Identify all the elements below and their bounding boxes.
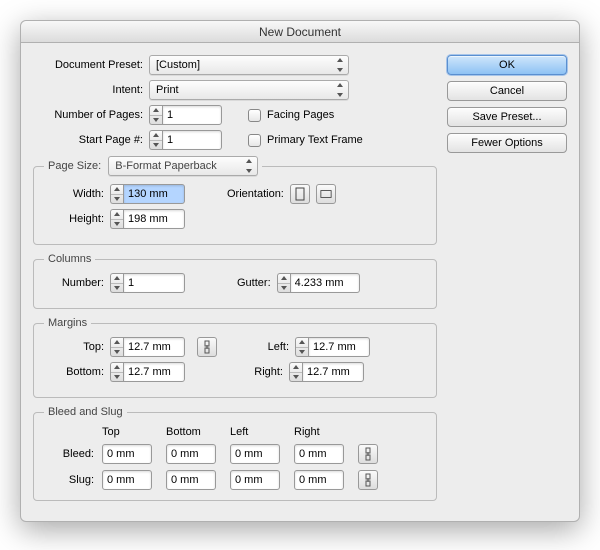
gutter-label: Gutter: <box>237 277 271 289</box>
col-bottom: Bottom <box>166 426 222 438</box>
columns-group: Columns Number: Gutter: <box>33 253 437 309</box>
start-page-label: Start Page #: <box>33 134 143 146</box>
slug-left-input[interactable] <box>230 470 280 490</box>
document-preset-dropdown[interactable]: [Custom] <box>149 55 349 75</box>
margins-group: Margins Top: Left: <box>33 317 437 398</box>
columns-number-input[interactable] <box>123 273 185 293</box>
margin-right-input[interactable] <box>302 362 364 382</box>
link-margins-icon[interactable] <box>197 337 217 357</box>
height-input[interactable] <box>123 209 185 229</box>
bleed-top-input[interactable] <box>102 444 152 464</box>
columns-legend: Columns <box>44 253 95 265</box>
gutter-stepper[interactable] <box>277 273 360 293</box>
number-of-pages-label: Number of Pages: <box>33 109 143 121</box>
margin-left-input[interactable] <box>308 337 370 357</box>
columns-number-stepper[interactable] <box>110 273 185 293</box>
columns-number-label: Number: <box>44 277 104 289</box>
margin-top-stepper[interactable] <box>110 337 185 357</box>
margin-right-label: Right: <box>247 366 283 378</box>
width-label: Width: <box>44 188 104 200</box>
margin-bottom-input[interactable] <box>123 362 185 382</box>
link-bleed-icon[interactable] <box>358 444 378 464</box>
new-document-dialog: New Document Document Preset: [Custom] I… <box>20 20 580 522</box>
page-size-dropdown[interactable]: B-Format Paperback <box>108 156 258 176</box>
orientation-label: Orientation: <box>227 188 284 200</box>
cancel-button[interactable]: Cancel <box>447 81 567 101</box>
margin-top-label: Top: <box>44 341 104 353</box>
page-size-group: Page Size: B-Format Paperback Width: Ori… <box>33 156 437 245</box>
window-title: New Document <box>21 21 579 43</box>
width-stepper[interactable] <box>110 184 185 204</box>
save-preset-button[interactable]: Save Preset... <box>447 107 567 127</box>
number-of-pages-stepper[interactable] <box>149 105 222 125</box>
gutter-input[interactable] <box>290 273 360 293</box>
col-right: Right <box>294 426 350 438</box>
height-label: Height: <box>44 213 104 225</box>
margin-bottom-stepper[interactable] <box>110 362 185 382</box>
width-input[interactable] <box>123 184 185 204</box>
bleed-bottom-input[interactable] <box>166 444 216 464</box>
height-stepper[interactable] <box>110 209 185 229</box>
primary-text-frame-label: Primary Text Frame <box>267 134 363 146</box>
slug-right-input[interactable] <box>294 470 344 490</box>
orientation-portrait-icon[interactable] <box>290 184 310 204</box>
document-preset-label: Document Preset: <box>33 59 143 71</box>
margin-left-stepper[interactable] <box>295 337 370 357</box>
link-slug-icon[interactable] <box>358 470 378 490</box>
intent-dropdown[interactable]: Print <box>149 80 349 100</box>
margin-top-input[interactable] <box>123 337 185 357</box>
facing-pages-checkbox[interactable] <box>248 109 261 122</box>
number-of-pages-input[interactable] <box>162 105 222 125</box>
fewer-options-button[interactable]: Fewer Options <box>447 133 567 153</box>
intent-label: Intent: <box>33 84 143 96</box>
primary-text-frame-checkbox[interactable] <box>248 134 261 147</box>
slug-label: Slug: <box>44 474 94 486</box>
facing-pages-label: Facing Pages <box>267 109 334 121</box>
margin-bottom-label: Bottom: <box>44 366 104 378</box>
margins-legend: Margins <box>44 317 91 329</box>
margin-right-stepper[interactable] <box>289 362 364 382</box>
ok-button[interactable]: OK <box>447 55 567 75</box>
start-page-input[interactable] <box>162 130 222 150</box>
slug-top-input[interactable] <box>102 470 152 490</box>
orientation-landscape-icon[interactable] <box>316 184 336 204</box>
bleed-slug-legend: Bleed and Slug <box>44 406 127 418</box>
bleed-right-input[interactable] <box>294 444 344 464</box>
bleed-left-input[interactable] <box>230 444 280 464</box>
col-top: Top <box>102 426 158 438</box>
bleed-slug-group: Bleed and Slug Top Bottom Left Right Ble… <box>33 406 437 501</box>
bleed-label: Bleed: <box>44 448 94 460</box>
page-size-legend: Page Size: <box>48 160 101 172</box>
start-page-stepper[interactable] <box>149 130 222 150</box>
slug-bottom-input[interactable] <box>166 470 216 490</box>
col-left: Left <box>230 426 286 438</box>
margin-left-label: Left: <box>253 341 289 353</box>
